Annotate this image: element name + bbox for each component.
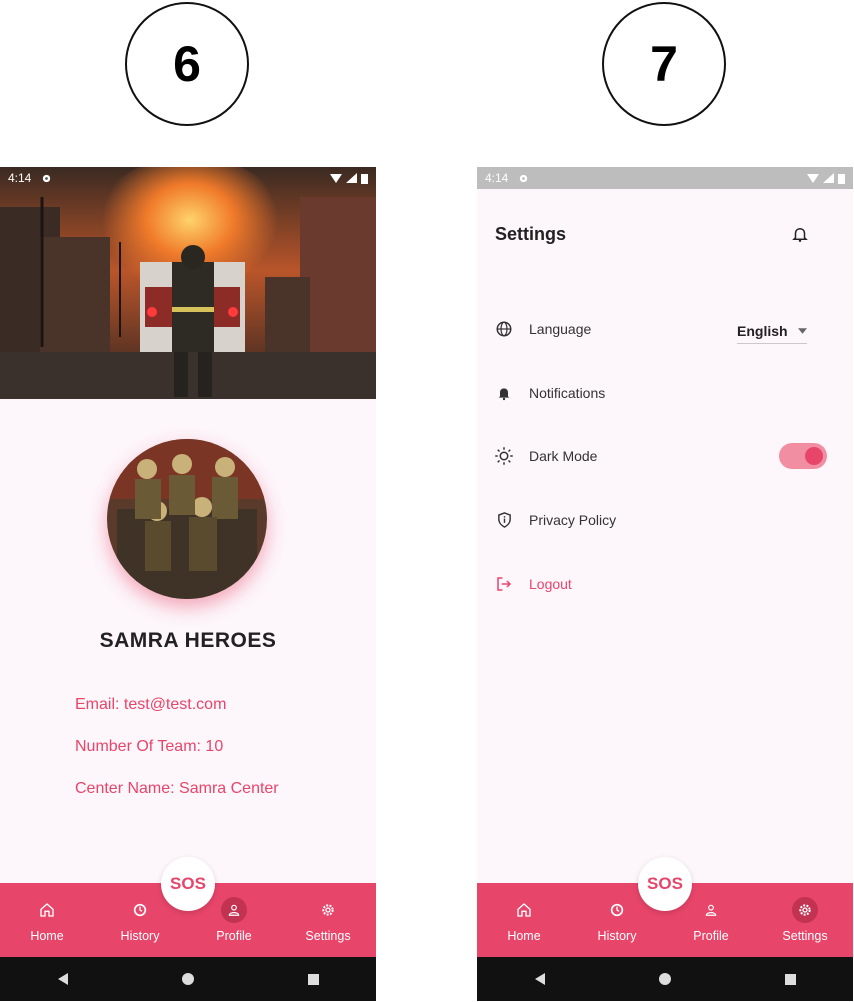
recents-icon[interactable] (308, 973, 320, 985)
profile-email: Email: test@test.com (75, 696, 227, 713)
system-nav-bar (0, 957, 376, 1001)
profile-team-count: Number Of Team: 10 (75, 738, 224, 755)
signal-icon (823, 173, 834, 183)
setting-language-label: Language (529, 321, 592, 337)
home-icon (40, 903, 54, 917)
nav-settings-label: Settings (782, 929, 828, 943)
person-icon (228, 904, 240, 916)
history-icon (133, 903, 147, 917)
home-icon (517, 903, 531, 917)
language-select[interactable]: English (737, 319, 807, 344)
setting-notifications[interactable]: Notifications (493, 378, 833, 408)
logout-icon (497, 577, 512, 591)
setting-dark-mode-label: Dark Mode (529, 448, 598, 464)
gear-icon (799, 904, 811, 916)
nav-home[interactable]: Home (7, 897, 87, 943)
history-icon (610, 903, 624, 917)
nav-profile-label: Profile (693, 929, 729, 943)
sos-button[interactable]: SOS (161, 857, 215, 911)
shield-icon (497, 512, 511, 528)
nav-profile-label: Profile (216, 929, 252, 943)
person-icon (705, 904, 717, 916)
status-bar: 4:14 (477, 167, 853, 189)
team-avatar (107, 439, 267, 599)
toggle-knob (805, 447, 823, 465)
setting-notifications-label: Notifications (529, 385, 606, 401)
wifi-icon (807, 174, 819, 183)
gear-icon (43, 174, 51, 182)
status-bar: 4:14 (0, 167, 376, 189)
nav-home-label: Home (30, 929, 64, 943)
nav-home[interactable]: Home (484, 897, 564, 943)
bell-icon[interactable] (791, 225, 809, 243)
team-name: SAMRA HEROES (99, 629, 277, 652)
nav-settings-label: Settings (305, 929, 351, 943)
wifi-icon (330, 174, 342, 183)
nav-history[interactable]: History (100, 897, 180, 943)
profile-screen: 4:14 SAMRA HEROES Email: test@test.com N… (0, 167, 376, 1001)
gear-icon (520, 174, 528, 182)
battery-icon (361, 173, 368, 184)
profile-center-name: Center Name: Samra Center (75, 780, 279, 797)
settings-screen: 4:14 Settings Language English Notificat… (477, 167, 853, 1001)
nav-history-label: History (597, 929, 637, 943)
nav-home-label: Home (507, 929, 541, 943)
nav-history[interactable]: History (577, 897, 657, 943)
nav-history-label: History (120, 929, 160, 943)
signal-icon (346, 173, 357, 183)
logout-label: Logout (529, 576, 572, 592)
dark-mode-toggle[interactable] (779, 443, 827, 469)
language-value: English (737, 323, 788, 339)
system-nav-bar (477, 957, 853, 1001)
back-icon[interactable] (534, 973, 546, 985)
step-badge-6: 6 (125, 2, 249, 126)
home-circle-icon[interactable] (659, 973, 672, 985)
sun-icon (495, 447, 513, 465)
logout-row[interactable]: Logout (493, 569, 833, 599)
setting-privacy-policy[interactable]: Privacy Policy (493, 505, 833, 535)
home-circle-icon[interactable] (182, 973, 195, 985)
step-badge-7: 7 (602, 2, 726, 126)
bell-icon (498, 388, 510, 401)
gear-icon (322, 904, 334, 916)
page-title: Settings (495, 224, 567, 244)
status-time: 4:14 (485, 171, 509, 185)
setting-privacy-label: Privacy Policy (529, 512, 617, 528)
hero-image (0, 167, 376, 399)
recents-icon[interactable] (785, 973, 797, 985)
battery-icon (838, 173, 845, 184)
back-icon[interactable] (57, 973, 69, 985)
globe-icon (496, 321, 512, 337)
dropdown-caret-icon (798, 328, 807, 334)
nav-settings[interactable]: Settings (765, 897, 845, 943)
sos-button[interactable]: SOS (638, 857, 692, 911)
status-time: 4:14 (8, 171, 32, 185)
nav-settings[interactable]: Settings (288, 897, 368, 943)
